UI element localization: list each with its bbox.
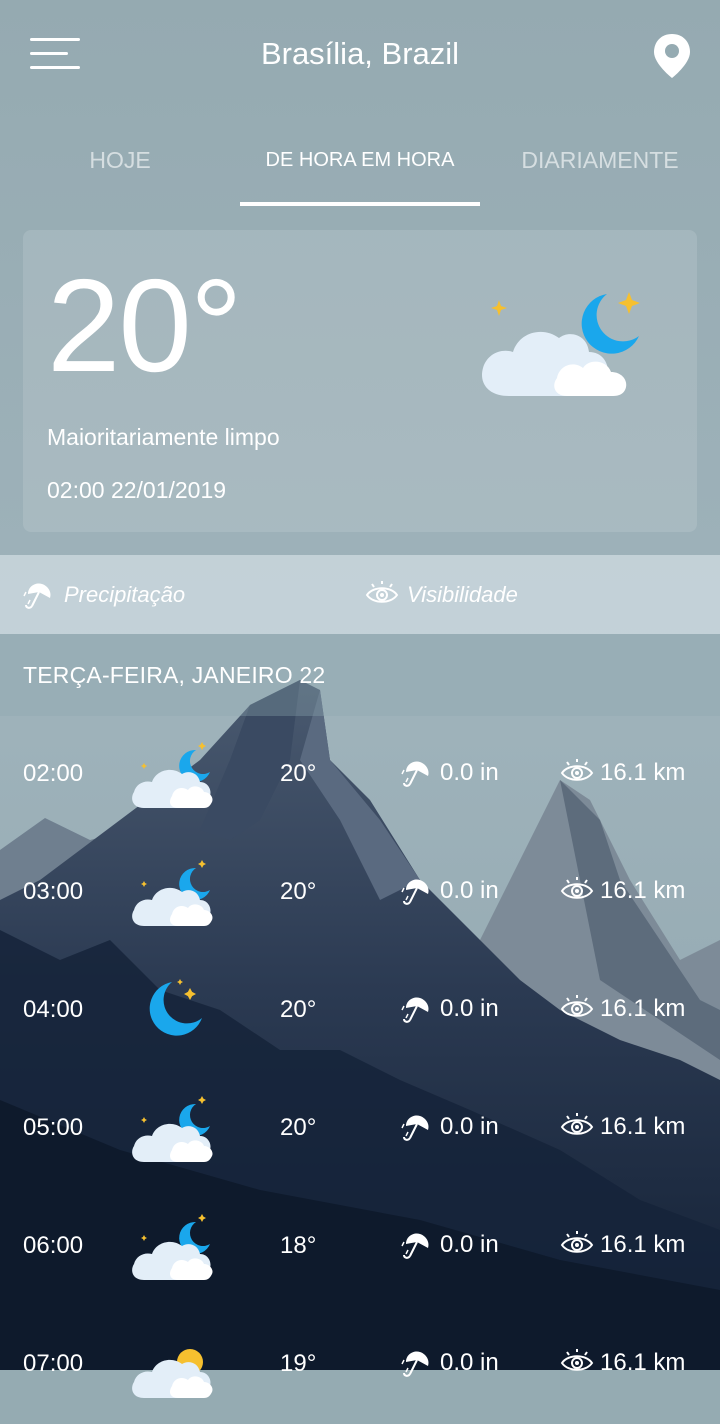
hour-temperature: 20°: [280, 878, 317, 905]
current-weather-card: 20° Maioritariamente limpo 02:00 22/01/2…: [23, 230, 697, 532]
current-temperature: 20°: [47, 252, 243, 399]
eye-icon: [365, 580, 399, 603]
hour-time: 07:00: [23, 1350, 84, 1377]
umbrella-icon: [401, 997, 429, 1023]
app-header: Brasília, Brazil: [0, 0, 720, 110]
tab-daily[interactable]: DIARIAMENTE: [480, 120, 720, 208]
legend-visibility: Visibilidade: [365, 555, 518, 634]
hour-time: 05:00: [23, 1114, 84, 1141]
hour-time: 02:00: [23, 760, 84, 787]
umbrella-icon: [401, 761, 429, 787]
legend-precipitation-label: Precipitação: [64, 581, 186, 607]
tab-hourly[interactable]: DE HORA EM HORA: [240, 120, 480, 208]
hour-precipitation-value: 0.0 in: [440, 759, 499, 786]
current-datetime: 02:00 22/01/2019: [47, 477, 227, 503]
hour-visibility: 16.1 km: [560, 756, 685, 790]
hourly-row[interactable]: 07:00 19° 0.0 in 16.1 km: [0, 1306, 720, 1424]
partly-cloudy-night-icon: [130, 1210, 214, 1280]
hour-precipitation: 0.0 in: [400, 1110, 499, 1144]
legend-visibility-label: Visibilidade: [407, 581, 518, 607]
hour-precipitation: 0.0 in: [400, 756, 499, 790]
hourly-row[interactable]: 02:00 20° 0.0 in 16.1 km: [0, 716, 720, 834]
hour-visibility-value: 16.1 km: [600, 1349, 686, 1376]
partly-cloudy-night-icon: [130, 1092, 214, 1162]
hourly-row[interactable]: 05:00 20° 0.0 in 16.1 km: [0, 1070, 720, 1188]
umbrella-icon: [401, 1115, 429, 1141]
location-pin-icon[interactable]: [652, 32, 692, 80]
umbrella-icon: [23, 582, 51, 609]
hour-visibility-value: 16.1 km: [600, 995, 686, 1022]
umbrella-icon: [401, 879, 429, 905]
hour-temperature: 18°: [280, 1232, 317, 1259]
partly-cloudy-night-icon: [130, 738, 214, 808]
hour-visibility-value: 16.1 km: [600, 1113, 686, 1140]
hour-visibility-value: 16.1 km: [600, 1231, 686, 1258]
legend-precipitation: Precipitação: [22, 555, 185, 634]
hour-precipitation: 0.0 in: [400, 874, 499, 908]
hour-visibility-value: 16.1 km: [600, 759, 686, 786]
eye-icon: [560, 995, 594, 1017]
hour-precipitation-value: 0.0 in: [440, 995, 499, 1022]
hour-temperature: 20°: [280, 1114, 317, 1141]
tab-today[interactable]: HOJE: [0, 120, 240, 208]
hour-precipitation-value: 0.0 in: [440, 1113, 499, 1140]
hour-temperature: 20°: [280, 996, 317, 1023]
eye-icon: [560, 1349, 594, 1371]
hour-visibility: 16.1 km: [560, 874, 685, 908]
hour-precipitation-value: 0.0 in: [440, 877, 499, 904]
hour-temperature: 19°: [280, 1350, 317, 1377]
hourly-row[interactable]: 03:00 20° 0.0 in 16.1 km: [0, 834, 720, 952]
current-condition: Maioritariamente limpo: [47, 424, 280, 450]
city-title: Brasília, Brazil: [260, 36, 460, 71]
hour-visibility: 16.1 km: [560, 1346, 685, 1380]
legend-bar: Precipitação Visibilidade: [0, 555, 720, 634]
hour-visibility: 16.1 km: [560, 1228, 685, 1262]
hour-precipitation: 0.0 in: [400, 992, 499, 1026]
eye-icon: [560, 759, 594, 781]
active-tab-indicator: [240, 202, 480, 206]
hour-time: 06:00: [23, 1232, 84, 1259]
umbrella-icon: [401, 1351, 429, 1377]
clear-night-icon: [130, 974, 214, 1044]
hour-visibility-value: 16.1 km: [600, 877, 686, 904]
hourly-row[interactable]: 06:00 18° 0.0 in 16.1 km: [0, 1188, 720, 1306]
eye-icon: [560, 877, 594, 899]
partly-cloudy-night-icon: [130, 856, 214, 926]
hour-visibility: 16.1 km: [560, 992, 685, 1026]
day-header-label: TERÇA-FEIRA, JANEIRO 22: [23, 662, 326, 688]
hour-precipitation: 0.0 in: [400, 1228, 499, 1262]
partly-cloudy-day-icon: [130, 1328, 214, 1398]
tab-bar: HOJE DE HORA EM HORA DIARIAMENTE: [0, 120, 720, 208]
hour-temperature: 20°: [280, 760, 317, 787]
hourly-row[interactable]: 04:00 20° 0.0 in 16.1 km: [0, 952, 720, 1070]
hour-precipitation-value: 0.0 in: [440, 1231, 499, 1258]
partly-cloudy-night-icon: [482, 292, 640, 396]
hour-precipitation: 0.0 in: [400, 1346, 499, 1380]
hour-precipitation-value: 0.0 in: [440, 1349, 499, 1376]
umbrella-icon: [401, 1233, 429, 1259]
day-header: TERÇA-FEIRA, JANEIRO 22: [0, 634, 720, 716]
hour-visibility: 16.1 km: [560, 1110, 685, 1144]
eye-icon: [560, 1113, 594, 1135]
hour-time: 04:00: [23, 996, 84, 1023]
eye-icon: [560, 1231, 594, 1253]
hour-time: 03:00: [23, 878, 84, 905]
